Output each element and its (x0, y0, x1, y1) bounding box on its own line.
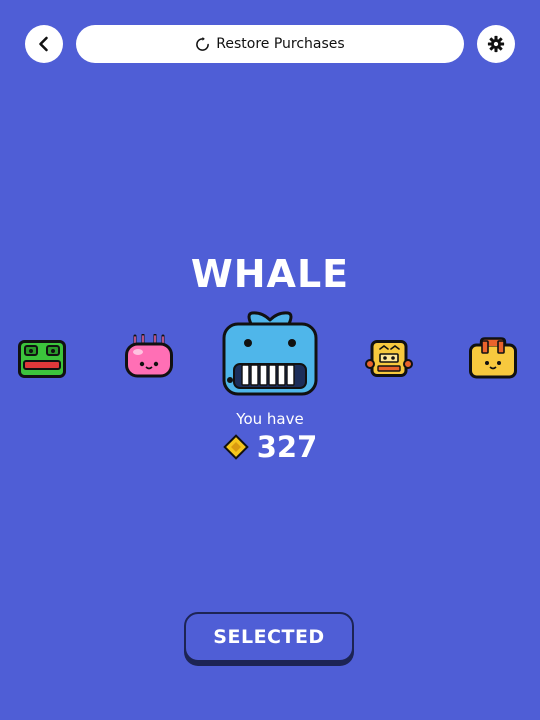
restore-purchases-label: Restore Purchases (216, 36, 345, 52)
character-whale[interactable] (222, 310, 318, 396)
diamond-coin-icon (222, 434, 249, 460)
restore-purchases-button[interactable]: Restore Purchases (76, 25, 464, 63)
character-jellyfish[interactable] (125, 333, 173, 378)
frog-character-icon (18, 340, 66, 378)
jellyfish-character-icon (125, 333, 173, 378)
gear-icon (487, 35, 505, 53)
coin-amount: 327 (256, 430, 318, 464)
refresh-icon (196, 36, 210, 51)
character-backpack[interactable] (469, 337, 517, 379)
wallet-balance: 327 (0, 430, 540, 464)
backpack-character-icon (469, 337, 517, 379)
whale-character-icon (222, 311, 318, 396)
settings-button[interactable] (477, 25, 515, 63)
back-chevron-icon (39, 36, 48, 52)
selected-button[interactable]: SELECTED (184, 612, 354, 662)
character-robot[interactable] (365, 340, 413, 378)
back-button[interactable] (25, 25, 63, 63)
character-name: WHALE (190, 252, 350, 296)
character-frog[interactable] (18, 340, 66, 378)
wallet-label: You have (236, 410, 304, 428)
robot-character-icon (365, 340, 413, 377)
